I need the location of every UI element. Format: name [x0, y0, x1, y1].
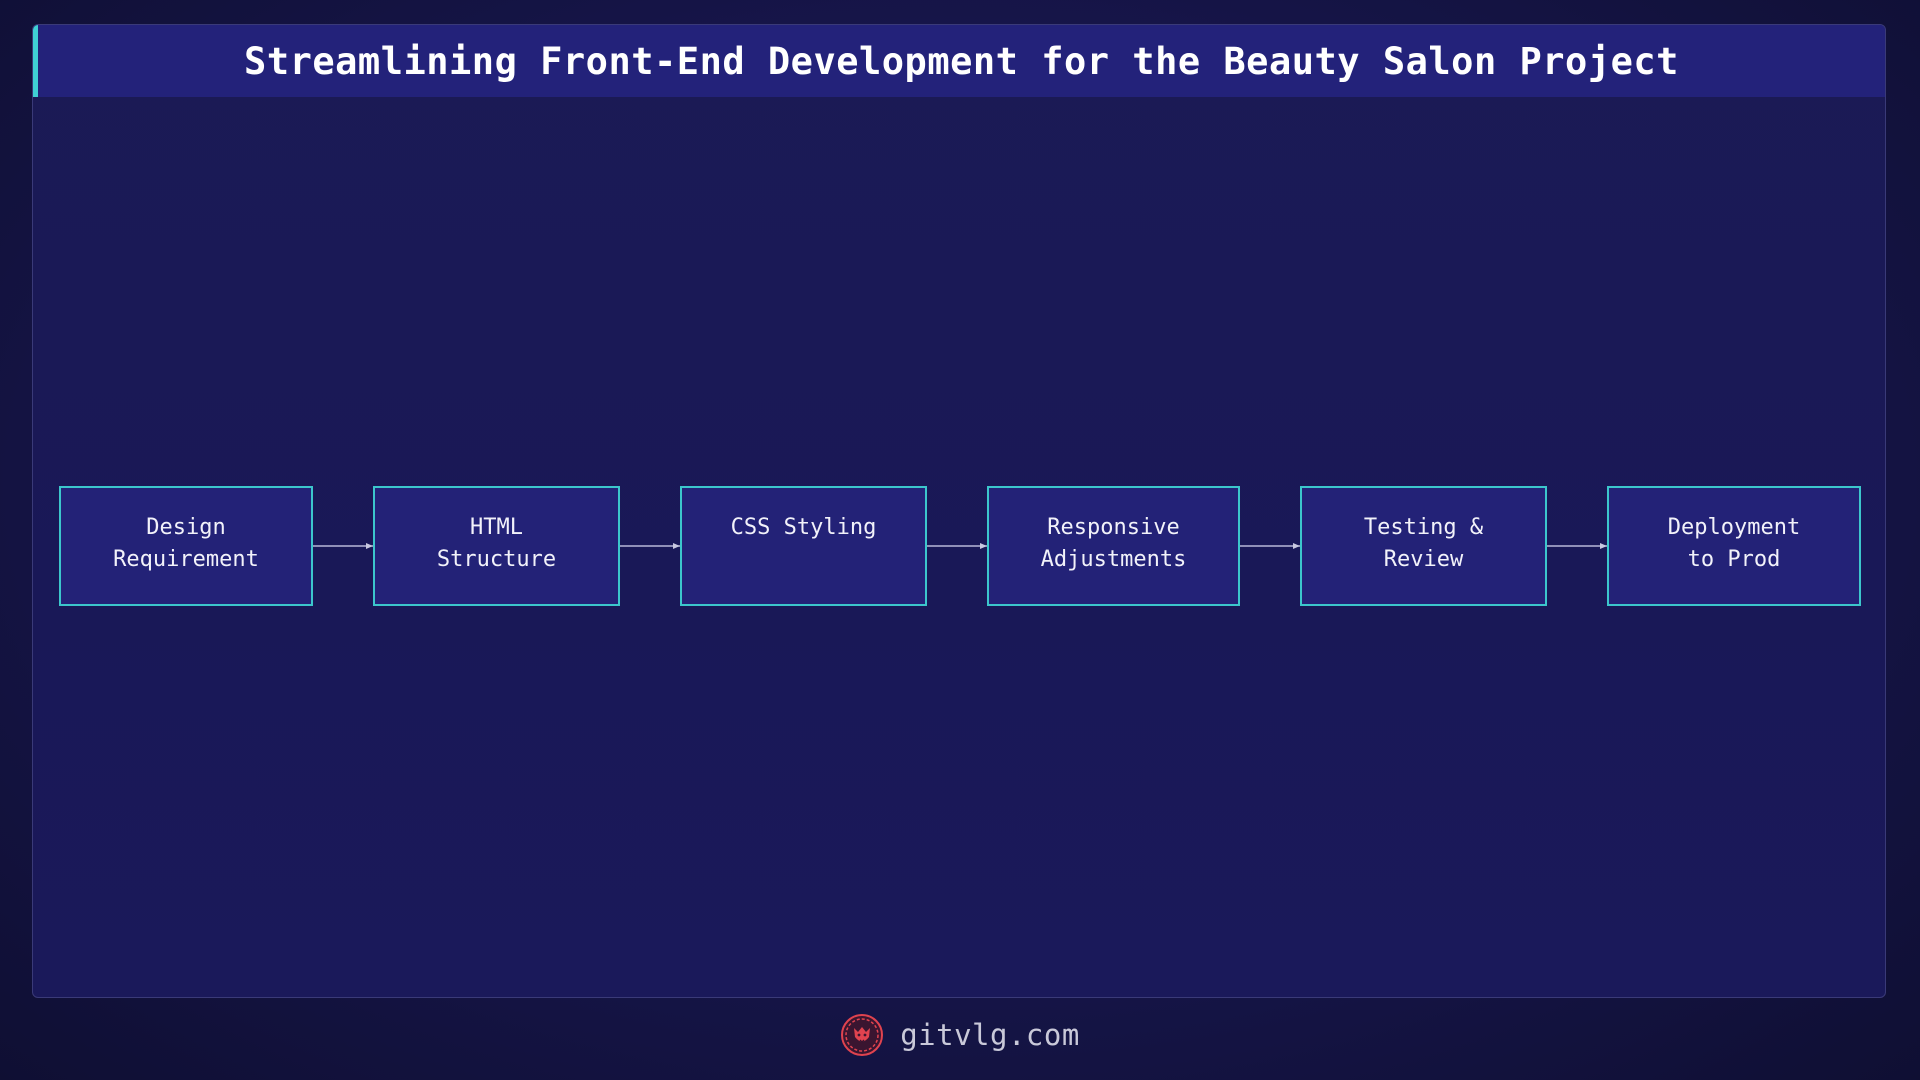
step-css-styling: CSS Styling [680, 486, 927, 606]
step-label: Design Requirement [113, 515, 259, 572]
step-design-requirement: Design Requirement [59, 486, 313, 606]
step-deployment: Deployment to Prod [1607, 486, 1861, 606]
site-url[interactable]: gitvlg.com [900, 1018, 1080, 1052]
step-label: CSS Styling [730, 515, 877, 540]
step-testing-review: Testing & Review [1300, 486, 1547, 606]
lion-logo-icon [841, 1014, 884, 1056]
step-label: Testing & Review [1363, 515, 1484, 572]
step-html-structure: HTML Structure [373, 486, 620, 606]
step-responsive-adjustments: Responsive Adjustments [987, 486, 1240, 606]
footer: gitvlg.com [0, 1012, 1920, 1058]
step-label: Responsive Adjustments [1040, 515, 1187, 572]
step-label: HTML Structure [436, 515, 557, 572]
step-label: Deployment to Prod [1667, 515, 1801, 572]
